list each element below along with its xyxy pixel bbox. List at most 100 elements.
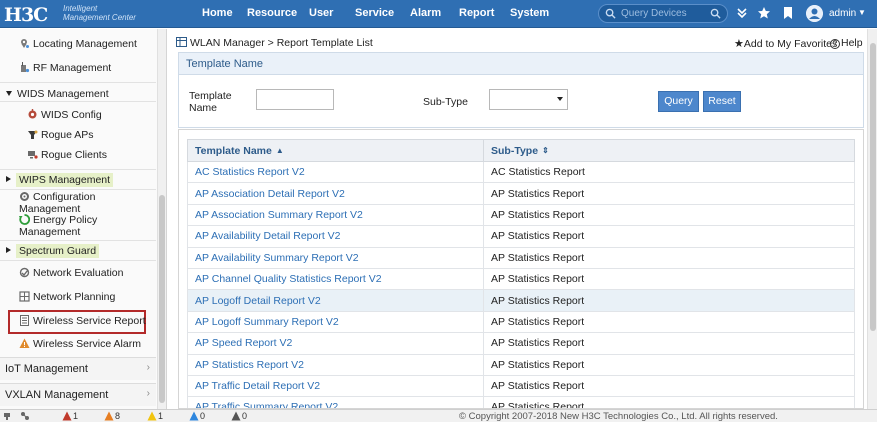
- sidebar-item-wireless-service-report[interactable]: Wireless Service Report: [19, 315, 166, 327]
- breadcrumb-current: Report Template List: [276, 37, 373, 49]
- template-name-link[interactable]: AC Statistics Report V2: [187, 160, 484, 184]
- report-icon: [20, 315, 29, 326]
- table-row[interactable]: AP Traffic Detail Report V2 AP Statistics…: [187, 374, 855, 398]
- column-header-template-name[interactable]: Template Name ▲: [187, 139, 484, 162]
- template-name-link[interactable]: AP Availability Detail Report V2: [187, 225, 484, 248]
- sidebar-group-spectrum-guard[interactable]: Spectrum Guard: [6, 244, 162, 258]
- template-name-link[interactable]: AP Availability Summary Report V2: [187, 246, 484, 269]
- template-name-link[interactable]: AP Speed Report V2: [187, 332, 484, 355]
- sidebar-item-configuration-management[interactable]: Configuration Management: [19, 191, 139, 215]
- sidebar-item-wireless-service-alarm[interactable]: Wireless Service Alarm: [19, 338, 166, 350]
- table-row[interactable]: AP Statistics Report V2 AP Statistics Rep…: [187, 353, 855, 376]
- network-status-icon[interactable]: [4, 411, 14, 421]
- sub-type-cell: AC Statistics Report: [483, 160, 855, 184]
- breadcrumb-separator: >: [267, 37, 274, 49]
- h3c-logo[interactable]: H3C Intelligent Management Center: [4, 2, 144, 26]
- template-name-link[interactable]: AP Traffic Detail Report V2: [187, 374, 484, 398]
- sidebar-item-rf-management[interactable]: RF Management: [19, 62, 166, 74]
- table-row[interactable]: AP Logoff Summary Report V2 AP Statistics…: [187, 310, 855, 334]
- sub-type-cell: AP Statistics Report: [483, 203, 855, 227]
- info-alarm-icon[interactable]: [231, 411, 241, 421]
- sidebar-item-label: IoT Management: [5, 363, 88, 375]
- breadcrumb-parent[interactable]: WLAN Manager: [190, 37, 265, 49]
- sort-ascending-icon: ▲: [275, 145, 284, 155]
- sub-type-select[interactable]: [489, 89, 568, 110]
- add-to-favorites-link[interactable]: ★Add to My Favorites: [734, 37, 837, 50]
- search-input[interactable]: [621, 6, 705, 21]
- filter-panel: Template Name Template Name Sub-Type Quer…: [178, 52, 864, 128]
- sidebar-group-wips-management[interactable]: WIPS Management: [6, 173, 162, 187]
- nav-user[interactable]: User: [309, 7, 333, 19]
- template-name-link[interactable]: AP Association Summary Report V2: [187, 203, 484, 227]
- sidebar-scroll-thumb[interactable]: [159, 195, 165, 403]
- table-row[interactable]: AP Availability Detail Report V2 AP Stati…: [187, 225, 855, 248]
- device-search: [598, 4, 728, 23]
- template-name-link[interactable]: AP Channel Quality Statistics Report V2: [187, 267, 484, 291]
- sidebar-item-vxlan-management[interactable]: VXLAN Management ›: [0, 383, 156, 406]
- table-row[interactable]: AP Speed Report V2 AP Statistics Report: [187, 332, 855, 355]
- energy-icon: [19, 214, 30, 225]
- nav-service[interactable]: Service: [355, 7, 394, 19]
- sidebar-item-wids-config[interactable]: WIDS Config: [27, 109, 166, 121]
- minor-alarm-icon[interactable]: [147, 411, 157, 421]
- topology-icon[interactable]: [20, 411, 30, 421]
- template-name-link[interactable]: AP Association Detail Report V2: [187, 182, 484, 205]
- planning-icon: [19, 291, 30, 302]
- expand-arrow-icon: [6, 176, 11, 182]
- double-chevron-down-icon[interactable]: [735, 6, 749, 20]
- help-link[interactable]: ? Help: [830, 37, 863, 49]
- reset-button[interactable]: Reset: [703, 91, 741, 112]
- config-icon: [20, 192, 29, 201]
- template-name-link[interactable]: AP Logoff Detail Report V2: [187, 289, 484, 312]
- sub-type-cell: AP Statistics Report: [483, 374, 855, 398]
- sidebar-group-label: Spectrum Guard: [16, 244, 100, 258]
- column-header-sub-type[interactable]: Sub-Type ⇕: [483, 139, 855, 162]
- table-row[interactable]: AP Logoff Detail Report V2 AP Statistics …: [187, 289, 855, 312]
- nav-home[interactable]: Home: [202, 7, 233, 19]
- warning-alarm-icon[interactable]: [189, 411, 199, 421]
- sidebar-item-label: RF Management: [33, 62, 112, 74]
- main-scrollbar[interactable]: [867, 29, 877, 409]
- avatar-icon: [806, 5, 823, 22]
- query-button[interactable]: Query: [658, 91, 699, 112]
- filter-panel-header: Template Name: [179, 53, 863, 75]
- template-name-link[interactable]: AP Statistics Report V2: [187, 353, 484, 376]
- sidebar-item-network-planning[interactable]: Network Planning: [19, 291, 166, 303]
- nav-report[interactable]: Report: [459, 7, 494, 19]
- table-row[interactable]: AP Association Summary Report V2 AP Stati…: [187, 203, 855, 227]
- major-alarm-icon[interactable]: [104, 411, 114, 421]
- template-name-link[interactable]: AP Logoff Summary Report V2: [187, 310, 484, 334]
- sidebar-scrollbar[interactable]: [157, 29, 166, 409]
- search-submit-icon[interactable]: [710, 8, 721, 19]
- favorites-label: Add to My Favorites: [743, 38, 838, 50]
- sidebar-item-rogue-clients[interactable]: Rogue Clients: [27, 149, 166, 161]
- sidebar-item-locating-management[interactable]: Locating Management: [19, 38, 166, 50]
- sidebar-item-network-evaluation[interactable]: Network Evaluation: [19, 267, 166, 279]
- star-icon[interactable]: [757, 6, 771, 20]
- nav-alarm[interactable]: Alarm: [410, 7, 441, 19]
- user-menu[interactable]: admin ▼: [806, 4, 866, 24]
- nav-resource[interactable]: Resource: [247, 7, 297, 19]
- template-name-input[interactable]: [256, 89, 334, 110]
- rf-icon: [21, 62, 30, 73]
- table-row[interactable]: AP Availability Summary Report V2 AP Stat…: [187, 246, 855, 269]
- sidebar-item-iot-management[interactable]: IoT Management ›: [0, 357, 156, 380]
- sidebar-item-energy-policy-management[interactable]: Energy Policy Management: [19, 214, 139, 238]
- table-row[interactable]: AP Channel Quality Statistics Report V2 A…: [187, 267, 855, 291]
- sidebar-item-rogue-aps[interactable]: Rogue APs: [27, 129, 166, 141]
- main-scroll-thumb[interactable]: [870, 43, 876, 331]
- table-row[interactable]: AP Traffic Summary Report V2 AP Statistic…: [187, 396, 855, 408]
- critical-alarm-icon[interactable]: [62, 411, 72, 421]
- sub-type-cell: AP Statistics Report: [483, 353, 855, 376]
- sidebar-item-label: Network Evaluation: [33, 267, 124, 279]
- sidebar-item-label: Locating Management: [33, 38, 137, 50]
- template-name-link[interactable]: AP Traffic Summary Report V2: [187, 396, 484, 408]
- nav-system[interactable]: System: [510, 7, 549, 19]
- info-alarm-count: 0: [242, 411, 248, 421]
- template-table: Template Name ▲ Sub-Type ⇕ AC Statistics R…: [187, 139, 855, 408]
- sidebar-divider: [0, 169, 156, 170]
- sidebar-group-wids-management[interactable]: WIDS Management: [6, 88, 162, 100]
- table-row[interactable]: AC Statistics Report V2 AC Statistics Rep…: [187, 160, 855, 184]
- bookmark-icon[interactable]: [781, 6, 795, 20]
- table-row[interactable]: AP Association Detail Report V2 AP Statis…: [187, 182, 855, 205]
